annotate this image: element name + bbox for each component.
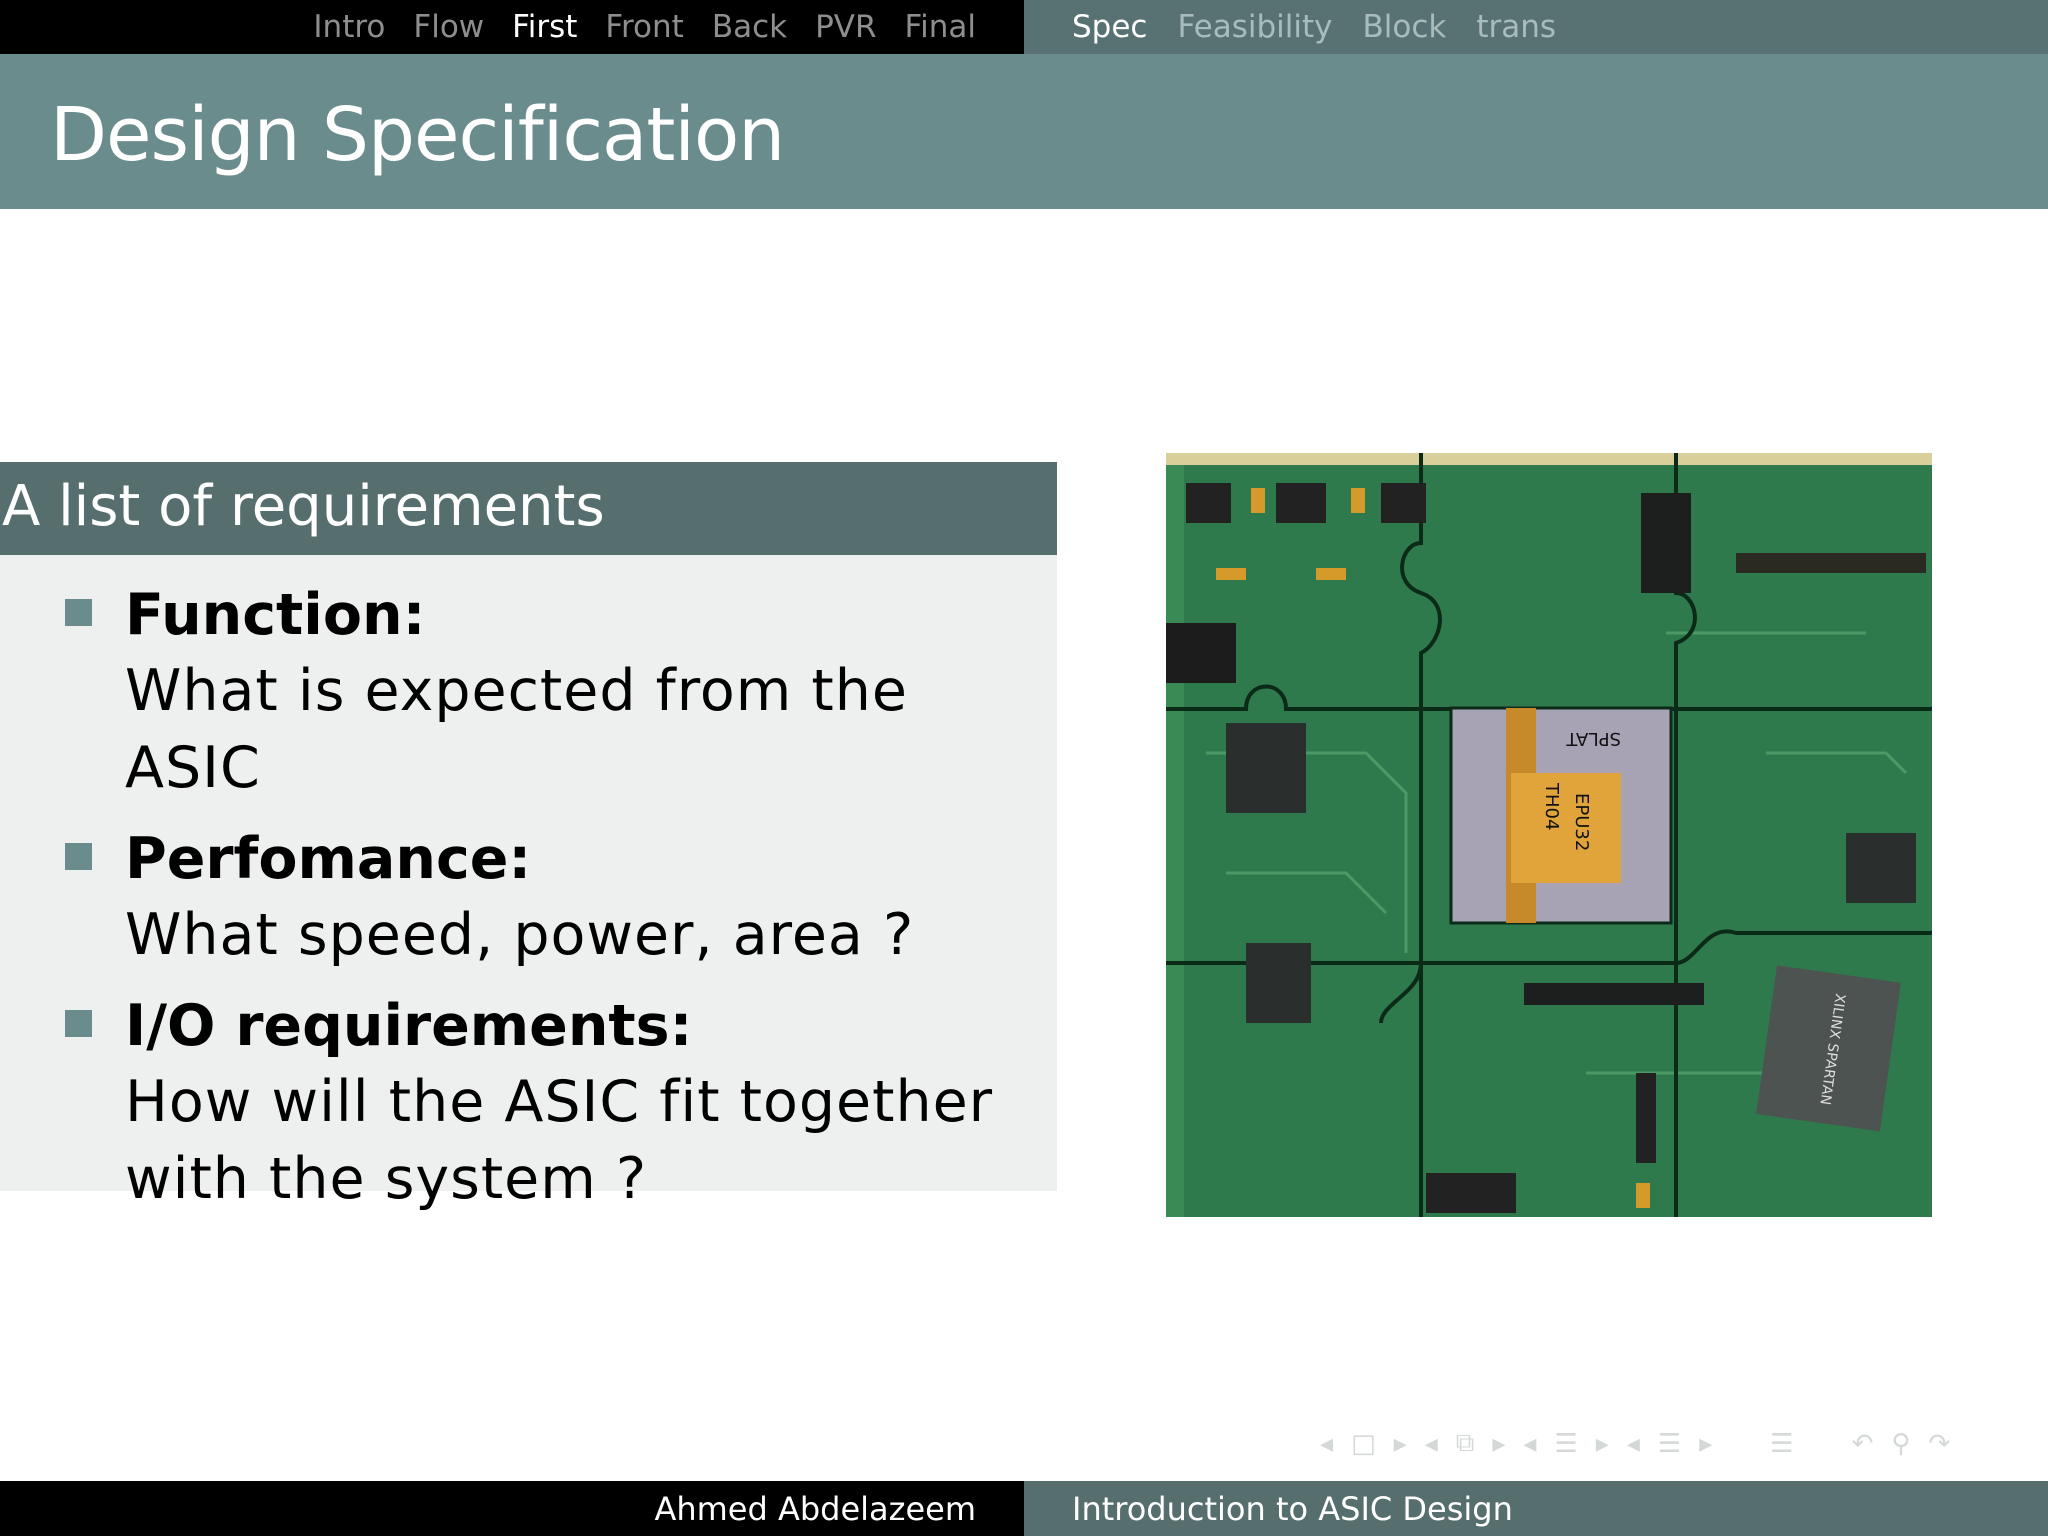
top-navigation: Intro Flow First Front Back PVR Final Sp… — [0, 0, 2048, 54]
block-body: Function: What is expected from the ASIC… — [0, 555, 1057, 1212]
item-title: Function: — [125, 582, 426, 648]
footer: Ahmed Abdelazeem Introduction to ASIC De… — [0, 1481, 2048, 1536]
arrow-right-icon[interactable]: ▸ — [1492, 1429, 1505, 1459]
nav-final[interactable]: Final — [905, 9, 976, 45]
subsection-icon[interactable]: ⧉ — [1456, 1428, 1475, 1459]
square-bullet-icon — [65, 843, 92, 870]
frame-icon[interactable]: □ — [1351, 1429, 1376, 1459]
frame-title-bar: Design Specification — [0, 54, 2048, 209]
footer-talk-title: Introduction to ASIC Design — [1024, 1481, 2048, 1536]
nav-flow[interactable]: Flow — [413, 9, 484, 45]
square-bullet-icon — [65, 1010, 92, 1037]
block-title: A list of requirements — [0, 462, 1057, 555]
arrow-right-icon[interactable]: ▸ — [1394, 1429, 1407, 1459]
chip-label-epu: EPU32 — [1571, 793, 1592, 851]
subsection-nav-right: Spec Feasibility Block trans — [1024, 0, 2048, 54]
item-title: Perfomance: — [125, 826, 532, 892]
arrow-left-icon[interactable]: ◂ — [1523, 1429, 1536, 1459]
nav-block[interactable]: Block — [1362, 9, 1446, 45]
arrow-left-icon[interactable]: ◂ — [1425, 1429, 1438, 1459]
nav-spec[interactable]: Spec — [1072, 9, 1147, 45]
list-item: Perfomance: What speed, power, area ? — [0, 821, 1057, 974]
item-text: What is expected from the ASIC — [125, 658, 908, 801]
pcb-puzzle-photo: SPLAT EPU32 TH04 XILINX SPARTAN — [1166, 453, 1932, 1217]
footer-author: Ahmed Abdelazeem — [0, 1481, 1024, 1536]
section-icon[interactable]: ☰ — [1554, 1429, 1577, 1459]
arrow-left-icon[interactable]: ◂ — [1627, 1429, 1640, 1459]
item-title: I/O requirements: — [125, 993, 693, 1059]
nav-intro[interactable]: Intro — [313, 9, 385, 45]
document-icon[interactable]: ☰ — [1658, 1429, 1681, 1459]
chip-label-th04: TH04 — [1541, 782, 1562, 830]
slide-title: Design Specification — [50, 92, 785, 178]
appendix-icon[interactable]: ☰ — [1770, 1429, 1793, 1459]
beamer-navigation-controls: ◂ □ ▸ ◂ ⧉ ▸ ◂ ☰ ▸ ◂ ☰ ▸ ☰ ↶ ⚲ ↷ — [1320, 1428, 1950, 1459]
back-icon[interactable]: ↶ — [1852, 1429, 1874, 1459]
search-icon[interactable]: ⚲ — [1891, 1429, 1910, 1459]
nav-first[interactable]: First — [512, 9, 577, 45]
chip-label-splat: SPLAT — [1565, 728, 1621, 749]
square-bullet-icon — [65, 599, 92, 626]
section-nav-left: Intro Flow First Front Back PVR Final — [0, 0, 1024, 54]
nav-trans[interactable]: trans — [1476, 9, 1556, 45]
nav-pvr[interactable]: PVR — [815, 9, 876, 45]
requirements-block: A list of requirements Function: What is… — [0, 462, 1057, 1212]
nav-back[interactable]: Back — [712, 9, 787, 45]
forward-icon[interactable]: ↷ — [1928, 1429, 1950, 1459]
list-item: I/O requirements: How will the ASIC fit … — [0, 988, 1057, 1218]
nav-front[interactable]: Front — [605, 9, 683, 45]
item-text: How will the ASIC fit together with the … — [125, 1069, 994, 1212]
nav-feasibility[interactable]: Feasibility — [1177, 9, 1332, 45]
arrow-left-icon[interactable]: ◂ — [1320, 1429, 1333, 1459]
arrow-right-icon[interactable]: ▸ — [1699, 1429, 1712, 1459]
item-text: What speed, power, area ? — [125, 902, 915, 968]
arrow-right-icon[interactable]: ▸ — [1596, 1429, 1609, 1459]
list-item: Function: What is expected from the ASIC — [0, 577, 1057, 807]
